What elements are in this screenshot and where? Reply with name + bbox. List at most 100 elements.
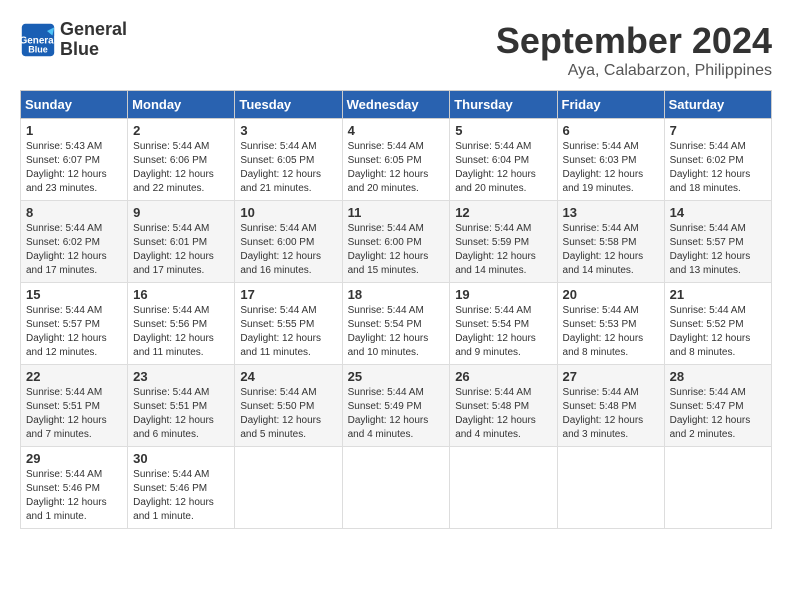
- day-number: 19: [455, 287, 551, 302]
- svg-text:Blue: Blue: [28, 44, 48, 54]
- day-info: Sunrise: 5:44 AM Sunset: 5:59 PM Dayligh…: [455, 222, 551, 278]
- weekday-header-friday: Friday: [557, 91, 664, 119]
- calendar-cell: 17 Sunrise: 5:44 AM Sunset: 5:55 PM Dayli…: [235, 283, 342, 365]
- logo-text: General Blue: [60, 20, 127, 60]
- calendar-week-row: 15Sunrise: 5:44 AM Sunset: 5:57 PM Dayli…: [21, 283, 772, 365]
- day-info: Sunrise: 5:44 AM Sunset: 5:46 PM Dayligh…: [26, 468, 122, 524]
- day-number: 29: [26, 451, 122, 466]
- calendar-cell: [450, 447, 557, 529]
- day-number: 26: [455, 369, 551, 384]
- calendar-cell: 1 Sunrise: 5:43 AM Sunset: 6:07 PM Daylig…: [21, 119, 128, 201]
- day-number: 27: [563, 369, 659, 384]
- calendar-cell: 28Sunrise: 5:44 AM Sunset: 5:47 PM Dayli…: [664, 365, 771, 447]
- calendar-cell: 9 Sunrise: 5:44 AM Sunset: 6:01 PM Daylig…: [128, 201, 235, 283]
- logo-icon: General Blue: [20, 22, 56, 58]
- day-info: Sunrise: 5:44 AM Sunset: 5:49 PM Dayligh…: [348, 386, 445, 442]
- day-info: Sunrise: 5:43 AM Sunset: 6:07 PM Dayligh…: [26, 140, 122, 196]
- calendar-cell: 3 Sunrise: 5:44 AM Sunset: 6:05 PM Daylig…: [235, 119, 342, 201]
- day-number: 14: [670, 205, 766, 220]
- day-number: 11: [348, 205, 445, 220]
- calendar-cell: 24 Sunrise: 5:44 AM Sunset: 5:50 PM Dayli…: [235, 365, 342, 447]
- day-number: 30: [133, 451, 229, 466]
- day-number: 17: [240, 287, 336, 302]
- day-info: Sunrise: 5:44 AM Sunset: 6:04 PM Dayligh…: [455, 140, 551, 196]
- calendar-cell: 15Sunrise: 5:44 AM Sunset: 5:57 PM Dayli…: [21, 283, 128, 365]
- day-info: Sunrise: 5:44 AM Sunset: 5:50 PM Dayligh…: [240, 386, 336, 442]
- day-info: Sunrise: 5:44 AM Sunset: 5:48 PM Dayligh…: [563, 386, 659, 442]
- day-info: Sunrise: 5:44 AM Sunset: 6:00 PM Dayligh…: [240, 222, 336, 278]
- day-number: 18: [348, 287, 445, 302]
- calendar-cell: [342, 447, 450, 529]
- day-number: 20: [563, 287, 659, 302]
- day-info: Sunrise: 5:44 AM Sunset: 5:57 PM Dayligh…: [670, 222, 766, 278]
- calendar-cell: 16 Sunrise: 5:44 AM Sunset: 5:56 PM Dayli…: [128, 283, 235, 365]
- day-number: 3: [240, 123, 336, 138]
- calendar-cell: [235, 447, 342, 529]
- calendar-header-row: SundayMondayTuesdayWednesdayThursdayFrid…: [21, 91, 772, 119]
- day-number: 10: [240, 205, 336, 220]
- calendar-cell: 10 Sunrise: 5:44 AM Sunset: 6:00 PM Dayli…: [235, 201, 342, 283]
- day-number: 23: [133, 369, 229, 384]
- day-number: 12: [455, 205, 551, 220]
- day-info: Sunrise: 5:44 AM Sunset: 5:58 PM Dayligh…: [563, 222, 659, 278]
- day-number: 8: [26, 205, 122, 220]
- calendar-cell: 21Sunrise: 5:44 AM Sunset: 5:52 PM Dayli…: [664, 283, 771, 365]
- calendar-cell: 11Sunrise: 5:44 AM Sunset: 6:00 PM Dayli…: [342, 201, 450, 283]
- day-number: 21: [670, 287, 766, 302]
- day-info: Sunrise: 5:44 AM Sunset: 6:05 PM Dayligh…: [348, 140, 445, 196]
- day-info: Sunrise: 5:44 AM Sunset: 5:48 PM Dayligh…: [455, 386, 551, 442]
- day-number: 4: [348, 123, 445, 138]
- calendar-cell: 23 Sunrise: 5:44 AM Sunset: 5:51 PM Dayli…: [128, 365, 235, 447]
- weekday-header-thursday: Thursday: [450, 91, 557, 119]
- calendar-cell: 27 Sunrise: 5:44 AM Sunset: 5:48 PM Dayli…: [557, 365, 664, 447]
- calendar-cell: [557, 447, 664, 529]
- calendar-week-row: 8 Sunrise: 5:44 AM Sunset: 6:02 PM Daylig…: [21, 201, 772, 283]
- day-info: Sunrise: 5:44 AM Sunset: 5:54 PM Dayligh…: [348, 304, 445, 360]
- day-info: Sunrise: 5:44 AM Sunset: 6:02 PM Dayligh…: [670, 140, 766, 196]
- calendar-cell: 29 Sunrise: 5:44 AM Sunset: 5:46 PM Dayli…: [21, 447, 128, 529]
- calendar-cell: 13 Sunrise: 5:44 AM Sunset: 5:58 PM Dayli…: [557, 201, 664, 283]
- weekday-header-sunday: Sunday: [21, 91, 128, 119]
- calendar-week-row: 22 Sunrise: 5:44 AM Sunset: 5:51 PM Dayli…: [21, 365, 772, 447]
- location-title: Aya, Calabarzon, Philippines: [496, 62, 772, 80]
- day-number: 2: [133, 123, 229, 138]
- calendar-cell: 5Sunrise: 5:44 AM Sunset: 6:04 PM Daylig…: [450, 119, 557, 201]
- day-info: Sunrise: 5:44 AM Sunset: 5:51 PM Dayligh…: [133, 386, 229, 442]
- calendar-cell: 4 Sunrise: 5:44 AM Sunset: 6:05 PM Daylig…: [342, 119, 450, 201]
- day-number: 1: [26, 123, 122, 138]
- day-number: 13: [563, 205, 659, 220]
- day-number: 9: [133, 205, 229, 220]
- calendar-week-row: 29 Sunrise: 5:44 AM Sunset: 5:46 PM Dayli…: [21, 447, 772, 529]
- weekday-header-tuesday: Tuesday: [235, 91, 342, 119]
- title-block: September 2024 Aya, Calabarzon, Philippi…: [496, 20, 772, 80]
- weekday-header-wednesday: Wednesday: [342, 91, 450, 119]
- calendar-cell: 8 Sunrise: 5:44 AM Sunset: 6:02 PM Daylig…: [21, 201, 128, 283]
- calendar-cell: 12 Sunrise: 5:44 AM Sunset: 5:59 PM Dayli…: [450, 201, 557, 283]
- calendar-cell: 20Sunrise: 5:44 AM Sunset: 5:53 PM Dayli…: [557, 283, 664, 365]
- calendar-cell: 22 Sunrise: 5:44 AM Sunset: 5:51 PM Dayli…: [21, 365, 128, 447]
- day-info: Sunrise: 5:44 AM Sunset: 5:51 PM Dayligh…: [26, 386, 122, 442]
- logo: General Blue General Blue: [20, 20, 127, 60]
- month-title: September 2024: [496, 20, 772, 62]
- day-info: Sunrise: 5:44 AM Sunset: 6:02 PM Dayligh…: [26, 222, 122, 278]
- day-info: Sunrise: 5:44 AM Sunset: 6:01 PM Dayligh…: [133, 222, 229, 278]
- day-info: Sunrise: 5:44 AM Sunset: 5:56 PM Dayligh…: [133, 304, 229, 360]
- day-number: 16: [133, 287, 229, 302]
- calendar-cell: 30Sunrise: 5:44 AM Sunset: 5:46 PM Dayli…: [128, 447, 235, 529]
- weekday-header-saturday: Saturday: [664, 91, 771, 119]
- calendar-cell: 6Sunrise: 5:44 AM Sunset: 6:03 PM Daylig…: [557, 119, 664, 201]
- day-number: 25: [348, 369, 445, 384]
- page-header: General Blue General Blue September 2024…: [20, 20, 772, 80]
- calendar-cell: [664, 447, 771, 529]
- day-number: 22: [26, 369, 122, 384]
- day-info: Sunrise: 5:44 AM Sunset: 5:55 PM Dayligh…: [240, 304, 336, 360]
- calendar-cell: 25 Sunrise: 5:44 AM Sunset: 5:49 PM Dayli…: [342, 365, 450, 447]
- calendar-cell: 2 Sunrise: 5:44 AM Sunset: 6:06 PM Daylig…: [128, 119, 235, 201]
- day-info: Sunrise: 5:44 AM Sunset: 6:05 PM Dayligh…: [240, 140, 336, 196]
- day-info: Sunrise: 5:44 AM Sunset: 5:47 PM Dayligh…: [670, 386, 766, 442]
- weekday-header-monday: Monday: [128, 91, 235, 119]
- calendar-week-row: 1 Sunrise: 5:43 AM Sunset: 6:07 PM Daylig…: [21, 119, 772, 201]
- day-info: Sunrise: 5:44 AM Sunset: 6:06 PM Dayligh…: [133, 140, 229, 196]
- day-number: 24: [240, 369, 336, 384]
- day-number: 15: [26, 287, 122, 302]
